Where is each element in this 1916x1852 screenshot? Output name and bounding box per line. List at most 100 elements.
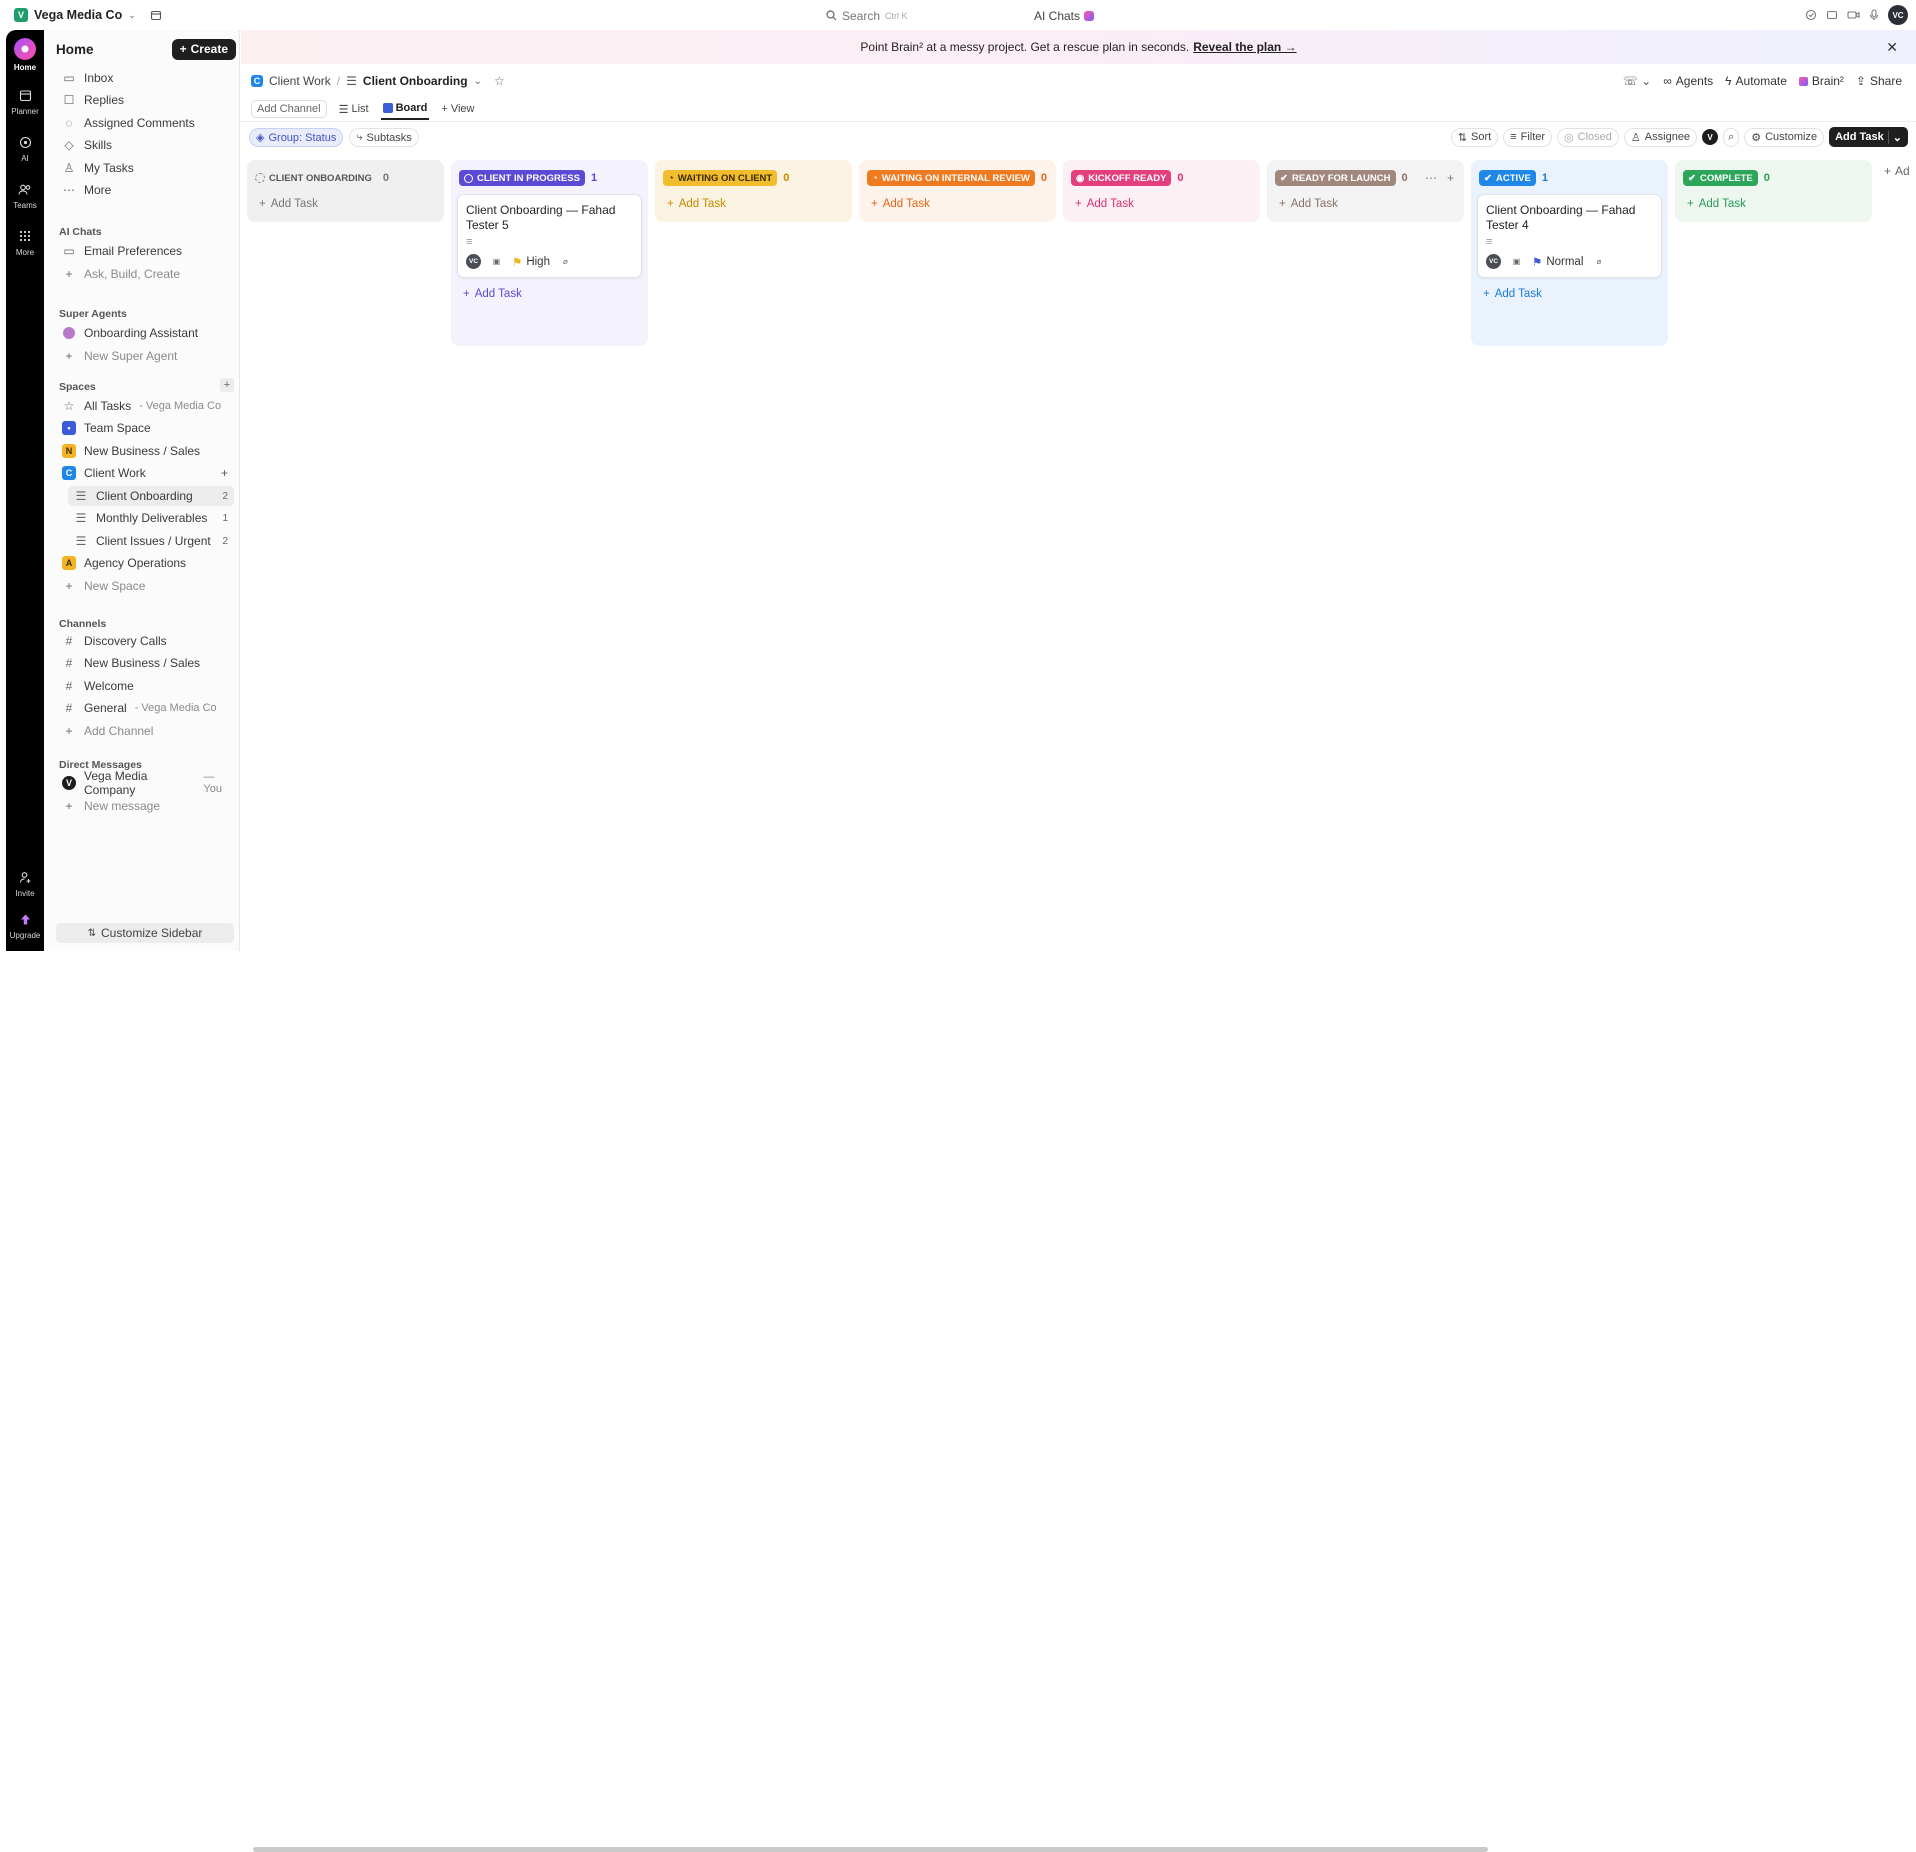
rail-planner[interactable]: Planner [6,86,44,116]
share-button[interactable]: ⇪ Share [1856,74,1902,88]
tag-icon[interactable]: ⌀ [558,254,573,269]
workspace-switcher[interactable]: V Vega Media Co ⌄ [8,5,142,25]
column-header[interactable]: ✔ Active 1 [1477,168,1662,188]
customize-sidebar-button[interactable]: ⇅ Customize Sidebar [56,923,234,943]
add-task-button[interactable]: Add Task ⌄ [1829,127,1908,147]
sidebar-item-assigned-comments[interactable]: ◌ Assigned Comments [56,113,234,133]
column-add-task[interactable]: + Add Task [1681,194,1866,214]
column-add-task[interactable]: + Add Task [661,194,846,214]
horizontal-scrollbar[interactable] [241,937,1916,1852]
sidebar-item-inbox[interactable]: ▭ Inbox [56,68,234,88]
new-message[interactable]: + New message [56,796,234,816]
column-add-task[interactable]: + Add Task [253,194,438,214]
column-add-task[interactable]: + Add Task [1477,284,1662,304]
column-add-task[interactable]: + Add Task [865,194,1050,214]
screen-record-icon[interactable] [1826,9,1838,21]
sidebar-item-replies[interactable]: ☐ Replies [56,90,234,110]
add-channel-button[interactable]: Add Channel [251,100,327,118]
add-channel[interactable]: + Add Channel [56,721,234,741]
plus-icon[interactable]: + [221,466,228,480]
check-circle-icon[interactable] [1805,9,1817,21]
column-header[interactable]: ◉ Kickoff Ready 0 [1069,168,1254,188]
user-avatar[interactable]: VC [1888,5,1908,25]
rail-home[interactable]: Home [6,38,44,72]
phone-icon[interactable]: ☏ ⌄ [1623,74,1651,88]
column-header[interactable]: Client in Progress 1 [457,168,642,188]
create-button[interactable]: + Create [171,38,236,60]
assignee-avatar[interactable]: V [1702,129,1719,145]
sidebar-item-all-tasks[interactable]: ☆ All Tasks - Vega Media Co [56,396,234,416]
channel-new-business-sales[interactable]: # New Business / Sales [56,653,234,673]
automate-button[interactable]: ϟ Automate [1725,74,1787,88]
column-add-task[interactable]: + Add Task [1069,194,1254,214]
sidebar-item-my-tasks[interactable]: ♙ My Tasks [56,158,234,178]
space-client-work[interactable]: C Client Work + [56,463,234,483]
customize-button[interactable]: ⚙ Customize [1744,127,1825,147]
add-view-button[interactable]: + View [439,99,476,119]
sidebar-item-more[interactable]: ⋯ More [56,180,234,200]
close-icon[interactable]: ✕ [1886,39,1898,56]
priority-badge[interactable]: ⚑ Normal [1532,255,1583,269]
channel-discovery-calls[interactable]: # Discovery Calls [56,631,234,651]
tab-board[interactable]: Board [380,98,430,120]
rail-more[interactable]: More [6,227,44,257]
assignee-avatar[interactable]: VC [466,254,481,269]
search-input[interactable]: Search Ctrl K [826,6,1026,25]
search-button[interactable]: ⌕ [1723,127,1740,147]
list-monthly-deliverables[interactable]: ☰ Monthly Deliverables 1 [68,508,234,528]
ai-chat-new[interactable]: + Ask, Build, Create [56,264,234,284]
video-icon[interactable] [1847,9,1860,21]
task-card[interactable]: Client Onboarding — Fahad Tester 4 ≡ VC … [1477,194,1662,278]
chevron-down-icon[interactable]: ⌄ [474,76,482,87]
task-title[interactable]: Client Onboarding — Fahad Tester 4 [1486,203,1653,233]
list-client-issues-urgent[interactable]: ☰ Client Issues / Urgent 2 [68,531,234,551]
tag-icon[interactable]: ⌀ [1591,254,1606,269]
rail-ai[interactable]: AI [6,133,44,163]
task-title[interactable]: Client Onboarding — Fahad Tester 5 [466,203,633,233]
breadcrumb-space[interactable]: Client Work [269,74,331,88]
column-header[interactable]: ◔ Waiting on Internal Review 0 [865,168,1050,188]
assignee-button[interactable]: ♙ Assignee [1623,127,1698,147]
column-header[interactable]: ✔ Ready for Launch 0 ⋯ + [1273,168,1458,188]
ai-chats-button[interactable]: AI Chats [1028,6,1100,25]
calendar-icon[interactable]: ▣ [489,254,504,269]
sort-button[interactable]: ⇅ Sort [1450,127,1499,147]
sidebar-item-skills[interactable]: ◇ Skills [56,135,234,155]
dm-vega-media-company[interactable]: V Vega Media Company — You [56,769,234,797]
space-new-business-sales[interactable]: N New Business / Sales [56,441,234,461]
calendar-icon[interactable] [150,9,162,21]
list-client-onboarding[interactable]: ☰ Client Onboarding 2 [68,486,234,506]
add-space-icon[interactable]: + [220,378,234,392]
task-card[interactable]: Client Onboarding — Fahad Tester 5 ≡ VC … [457,194,642,278]
subtasks-button[interactable]: ⤷ Subtasks [349,128,419,147]
agents-button[interactable]: ∞ Agents [1663,74,1713,88]
column-header[interactable]: ✔ Complete 0 [1681,168,1866,188]
space-team-space[interactable]: ▪ Team Space [56,418,234,438]
priority-badge[interactable]: ⚑ High [512,255,550,269]
ai-chat-email-preferences[interactable]: ▭ Email Preferences [56,241,234,261]
star-icon[interactable]: ☆ [494,74,505,88]
new-super-agent[interactable]: + New Super Agent [56,346,234,366]
microphone-icon[interactable] [1869,9,1879,21]
assignee-avatar[interactable]: VC [1486,254,1501,269]
rail-invite[interactable]: Invite [6,868,44,898]
plus-icon[interactable]: + [1447,171,1454,185]
banner-link[interactable]: Reveal the plan → [1193,40,1296,54]
super-agent-onboarding-assistant[interactable]: Onboarding Assistant [56,323,234,343]
rail-upgrade[interactable]: Upgrade [6,910,44,940]
brain-button[interactable]: Brain² [1798,74,1844,88]
rail-teams[interactable]: Teams [6,180,44,210]
column-add-task[interactable]: + Add Task [457,284,642,304]
channel-welcome[interactable]: # Welcome [56,676,234,696]
channel-general[interactable]: # General - Vega Media Co [56,698,234,718]
breadcrumb-list[interactable]: Client Onboarding [363,74,468,88]
add-column-button[interactable]: + Ad [1884,164,1910,178]
closed-toggle[interactable]: ◎ Closed [1557,127,1619,147]
group-by-status-button[interactable]: ◈ Group: Status [249,128,344,147]
column-add-task[interactable]: + Add Task [1273,194,1458,214]
calendar-icon[interactable]: ▣ [1509,254,1524,269]
column-header[interactable]: ◔ Waiting on Client 0 [661,168,846,188]
filter-button[interactable]: ≡ Filter [1503,127,1553,147]
new-space[interactable]: + New Space [56,576,234,596]
more-icon[interactable]: ⋯ [1425,171,1437,185]
